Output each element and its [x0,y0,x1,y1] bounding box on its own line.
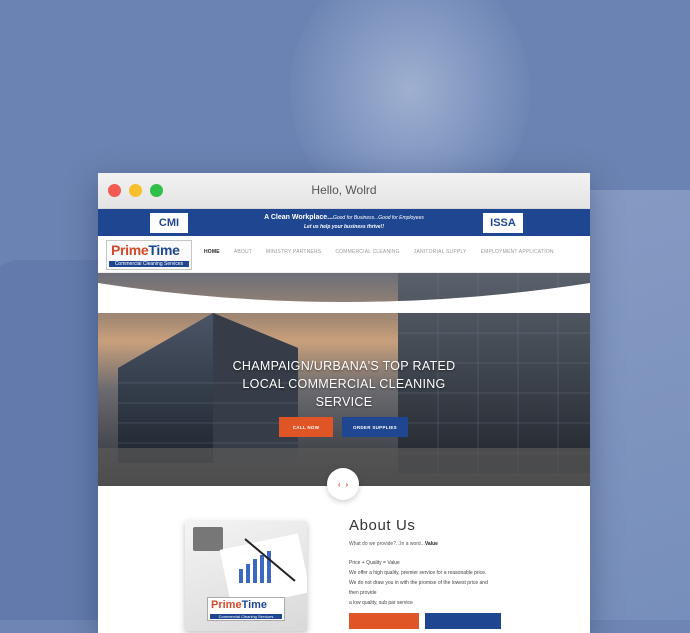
site-navbar: PrimeTime Commercial Cleaning Services H… [98,236,590,273]
hero-curve [98,283,590,313]
about-blue-button[interactable] [425,613,501,629]
about-logo: PrimeTime Commercial Cleaning Services [207,597,285,621]
about-title: About Us [349,517,416,534]
hero-buttons: CALL NOW ORDER SUPPLIES [98,417,590,437]
logo-subtitle: Commercial Cleaning Services [109,261,189,267]
about-line: a low quality, sub par service [349,600,413,606]
nav-employment-application[interactable]: EMPLOYMENT APPLICATION [481,249,554,255]
slider-arrows[interactable]: ‹ › [327,468,359,500]
chevron-left-icon[interactable]: ‹ [338,480,341,489]
tagline-main: A Clean Workplace... [264,214,333,221]
logo-name: PrimeTime [111,242,180,258]
hero-headline: CHAMPAIGN/URBANA'S TOP RATED LOCAL COMME… [232,359,456,409]
tagline-small: Good for Business...Good for Employees [332,215,424,221]
call-now-button[interactable]: CALL NOW [279,417,333,437]
primetime-logo[interactable]: PrimeTime Commercial Cleaning Services [106,240,192,270]
hero-slider: CHAMPAIGN/URBANA'S TOP RATED LOCAL COMME… [98,273,590,486]
nav-commercial-cleaning[interactable]: COMMERCIAL CLEANING [335,249,399,255]
nav-home[interactable]: HOME [204,249,220,255]
browser-window: Hello, Wolrd CMI A Clean Workplace...Goo… [98,173,590,633]
about-orange-button[interactable] [349,613,419,629]
nav-about[interactable]: ABOUT [234,249,252,255]
top-banner: CMI A Clean Workplace...Good for Busines… [98,209,590,236]
nav-ministry-partners[interactable]: MINISTRY PARTNERS [266,249,321,255]
about-line: We do not draw you in with the promise o… [349,580,488,586]
about-line: then provide [349,590,377,596]
window-title: Hello, Wolrd [311,183,377,197]
about-section: PrimeTime Commercial Cleaning Services A… [98,517,590,633]
about-question: What do we provide?...In a word...Value [349,541,438,547]
chevron-right-icon[interactable]: › [346,480,349,489]
order-supplies-button[interactable]: ORDER SUPPLIES [342,417,408,437]
nav-janitorial-supply[interactable]: JANITORIAL SUPPLY [414,249,467,255]
main-nav: HOME ABOUT MINISTRY PARTNERS COMMERCIAL … [204,249,554,255]
about-line: We offer a high quality, premier service… [349,570,487,576]
window-titlebar: Hello, Wolrd [98,173,590,209]
about-line: Price + Quality = Value [349,560,400,566]
about-body: Price + Quality = Value We offer a high … [349,558,488,608]
about-image: PrimeTime Commercial Cleaning Services [185,521,307,631]
issa-logo[interactable]: ISSA [482,212,524,234]
